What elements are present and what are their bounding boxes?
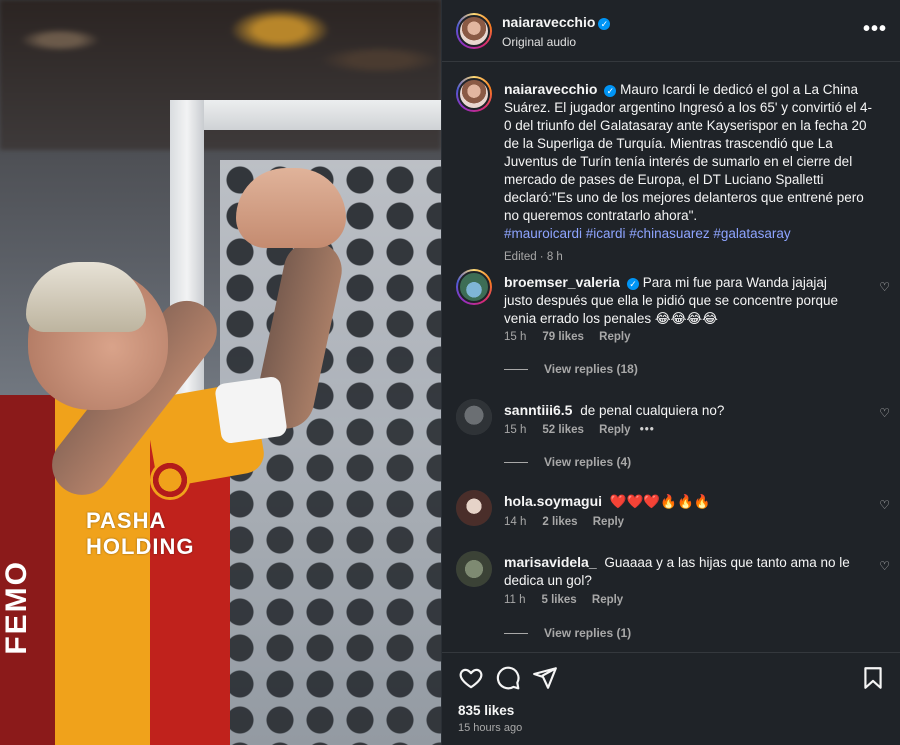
reply-button[interactable]: Reply bbox=[593, 516, 624, 528]
comment: hola.soymagui ❤️❤️❤️🔥🔥🔥 bbox=[504, 492, 854, 511]
heart-hands bbox=[236, 168, 346, 248]
comment-likes[interactable]: 79 likes bbox=[542, 331, 584, 343]
view-replies-button[interactable]: View replies (1) bbox=[504, 626, 631, 640]
comment-meta: 15 h 52 likes Reply ••• bbox=[504, 424, 655, 436]
goal-crossbar bbox=[170, 100, 441, 130]
comment-avatar[interactable] bbox=[456, 269, 492, 305]
comment-avatar[interactable] bbox=[456, 490, 492, 526]
comment: marisavidela_ Guaaaa y a las hijas que t… bbox=[504, 553, 854, 590]
comment-likes[interactable]: 5 likes bbox=[542, 594, 577, 606]
player-hair bbox=[26, 262, 146, 332]
more-icon[interactable]: ••• bbox=[863, 18, 887, 41]
post-actions: 835 likes 15 hours ago bbox=[442, 652, 900, 745]
comment-more-icon[interactable]: ••• bbox=[640, 424, 655, 436]
comment-username[interactable]: marisavidela_ bbox=[504, 554, 597, 570]
sponsor-line-1: PASHA bbox=[86, 508, 167, 533]
bookmark-icon[interactable] bbox=[860, 665, 886, 691]
comment-like-heart-icon[interactable]: ♡ bbox=[879, 559, 890, 573]
comment-time: 15 h bbox=[504, 424, 527, 436]
comment-likes[interactable]: 2 likes bbox=[542, 516, 577, 528]
verified-badge-icon: ✓ bbox=[604, 85, 617, 97]
likes-count[interactable]: 835 likes bbox=[458, 703, 514, 718]
comment-text: ❤️❤️❤️🔥🔥🔥 bbox=[609, 494, 711, 509]
verified-badge-icon: ✓ bbox=[598, 18, 611, 30]
comment-meta: 11 h 5 likes Reply bbox=[504, 594, 623, 606]
comments-panel: naiaravecchio ✓ Original audio ••• naiara… bbox=[441, 0, 900, 745]
reply-button[interactable]: Reply bbox=[592, 594, 623, 606]
club-badge bbox=[150, 460, 190, 500]
author-username[interactable]: naiaravecchio bbox=[502, 14, 595, 30]
comment-avatar[interactable] bbox=[456, 399, 492, 435]
verified-badge-icon: ✓ bbox=[626, 278, 639, 290]
reply-button[interactable]: Reply bbox=[599, 331, 630, 343]
post-time: 15 hours ago bbox=[458, 722, 523, 734]
comment-avatar[interactable] bbox=[456, 551, 492, 587]
comment-likes[interactable]: 52 likes bbox=[542, 424, 584, 436]
view-replies-button[interactable]: View replies (4) bbox=[504, 455, 631, 469]
comment-username[interactable]: hola.soymagui bbox=[504, 493, 602, 509]
comment-time: 14 h bbox=[504, 516, 527, 528]
comment: sanntiii6.5 de penal cualquiera no? bbox=[504, 401, 854, 420]
comment-like-heart-icon[interactable]: ♡ bbox=[879, 498, 890, 512]
post-viewer: PASHA HOLDING FEMO naiaravecchio ✓ Origin… bbox=[0, 0, 900, 745]
wrist-tape bbox=[214, 375, 288, 445]
heart-icon[interactable] bbox=[458, 665, 484, 691]
comment-time: 15 h bbox=[504, 331, 527, 343]
comment-icon[interactable] bbox=[495, 665, 521, 691]
caption: naiaravecchio ✓ Mauro Icardi le dedicó el… bbox=[504, 80, 874, 266]
comment-username[interactable]: sanntiii6.5 bbox=[504, 402, 572, 418]
caption-username[interactable]: naiaravecchio bbox=[504, 81, 597, 97]
comment: broemser_valeria ✓ Para mi fue para Wanda… bbox=[504, 273, 854, 328]
post-header: naiaravecchio ✓ Original audio ••• bbox=[442, 0, 900, 62]
caption-meta: Edited · 8 h bbox=[504, 251, 563, 263]
comment-username[interactable]: broemser_valeria bbox=[504, 274, 620, 290]
reply-button[interactable]: Reply bbox=[599, 424, 630, 436]
comment-like-heart-icon[interactable]: ♡ bbox=[879, 406, 890, 420]
view-replies-button[interactable]: View replies (18) bbox=[504, 362, 638, 376]
jersey-side-text: FEMO bbox=[0, 560, 33, 655]
caption-avatar[interactable] bbox=[456, 76, 492, 112]
comment-time: 11 h bbox=[504, 594, 526, 606]
sponsor-line-2: HOLDING bbox=[86, 534, 195, 559]
jersey-sponsor: PASHA HOLDING bbox=[86, 508, 194, 560]
caption-text: Mauro Icardi le dedicó el gol a La China… bbox=[504, 82, 873, 223]
audio-label[interactable]: Original audio bbox=[502, 35, 610, 49]
comment-meta: 14 h 2 likes Reply bbox=[504, 516, 624, 528]
caption-hashtags[interactable]: #mauroicardi #icardi #chinasuarez #galat… bbox=[504, 225, 874, 243]
comment-meta: 15 h 79 likes Reply bbox=[504, 331, 630, 343]
share-icon[interactable] bbox=[532, 665, 558, 691]
post-media[interactable]: PASHA HOLDING FEMO bbox=[0, 0, 441, 745]
comment-text: de penal cualquiera no? bbox=[580, 403, 725, 418]
author-avatar[interactable] bbox=[456, 13, 492, 49]
comment-like-heart-icon[interactable]: ♡ bbox=[879, 280, 890, 294]
